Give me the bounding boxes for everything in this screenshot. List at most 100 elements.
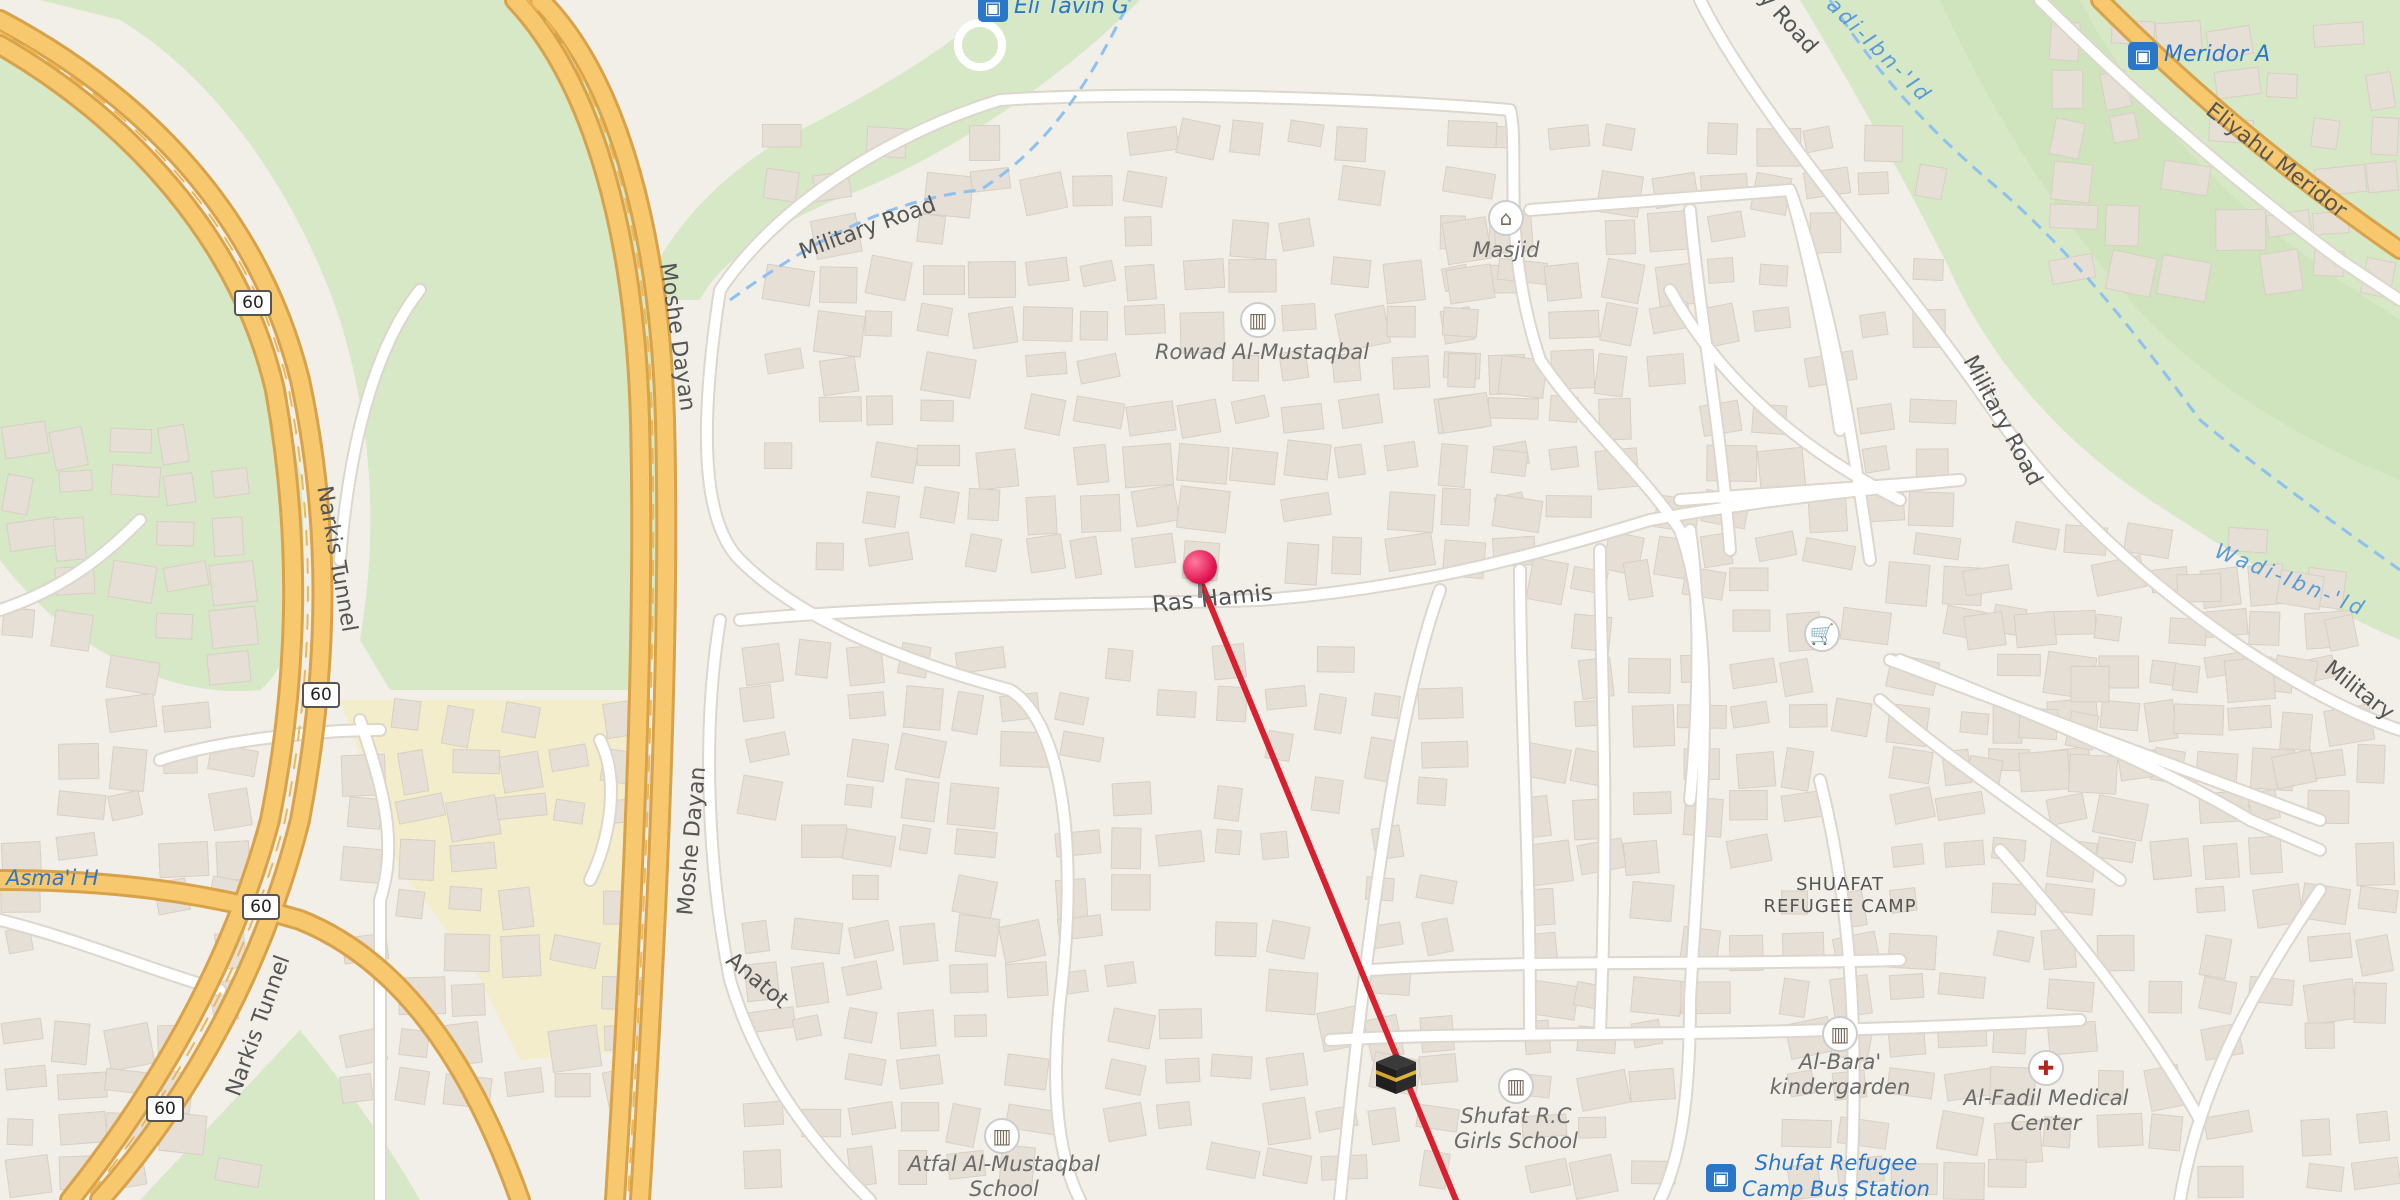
building xyxy=(1440,487,1472,527)
building xyxy=(55,831,98,861)
building xyxy=(1124,215,1153,247)
building xyxy=(945,1102,982,1149)
building xyxy=(1856,402,1896,435)
building xyxy=(902,685,944,731)
building xyxy=(899,922,939,965)
building xyxy=(1122,170,1168,208)
poi-label-eli-tavin[interactable]: Eli Tavin G xyxy=(1014,0,1129,18)
building xyxy=(1262,1147,1313,1185)
poi-label-rowad[interactable]: Rowad Al-Mustaqbal xyxy=(1155,340,1369,365)
building xyxy=(1079,310,1109,341)
building xyxy=(108,746,148,793)
building xyxy=(951,874,999,920)
bus-stop-icon[interactable]: ▣ xyxy=(1706,1164,1736,1192)
school-icon[interactable]: ▥ xyxy=(1240,302,1276,338)
building xyxy=(1182,258,1226,291)
building xyxy=(58,469,94,493)
map-canvas[interactable]: Military Road y Road Military Road Milit… xyxy=(0,0,2400,1200)
building xyxy=(900,1102,940,1132)
building xyxy=(1155,1100,1193,1130)
area-label-camp: SHUAFAT REFUGEE CAMP xyxy=(1763,874,1916,918)
poi-label-bus-station[interactable]: Shufat Refugee Camp Bus Station xyxy=(1742,1150,1930,1200)
building xyxy=(1725,833,1773,869)
poi-label-al-fadil-line2: Center xyxy=(2010,1111,2082,1135)
building xyxy=(841,960,883,997)
building xyxy=(1228,447,1279,486)
building xyxy=(1018,171,1069,217)
mosque-icon[interactable]: ⌂ xyxy=(1488,200,1524,236)
building xyxy=(1229,219,1270,260)
building xyxy=(1963,611,2007,651)
building xyxy=(1781,1118,1833,1149)
building xyxy=(2160,159,2212,197)
building xyxy=(503,1067,545,1098)
building xyxy=(1130,532,1177,569)
building xyxy=(864,310,893,337)
building xyxy=(1054,691,1090,726)
building xyxy=(1104,961,1137,988)
building xyxy=(1265,1052,1309,1091)
building xyxy=(1383,440,1419,472)
building xyxy=(339,1073,374,1104)
bus-stop-icon[interactable]: ▣ xyxy=(2128,42,2158,70)
building xyxy=(1265,968,1319,1016)
building xyxy=(1330,256,1372,289)
building xyxy=(1384,531,1437,572)
building xyxy=(762,167,800,203)
hospital-icon[interactable]: ✚ xyxy=(2028,1050,2064,1086)
building xyxy=(2202,1109,2253,1141)
building xyxy=(1003,1053,1050,1091)
building xyxy=(2197,975,2238,1015)
shop-icon[interactable]: 🛒 xyxy=(1804,616,1840,652)
building xyxy=(2355,933,2395,977)
building xyxy=(57,742,100,780)
poi-label-meridor[interactable]: Meridor A xyxy=(2164,44,2270,66)
building xyxy=(2148,1113,2184,1152)
building xyxy=(1264,684,1308,711)
building xyxy=(1059,730,1105,763)
building xyxy=(2306,932,2353,962)
poi-label-masjid[interactable]: Masjid xyxy=(1473,238,1540,263)
kaaba-icon[interactable] xyxy=(1370,1048,1422,1100)
building xyxy=(800,824,848,858)
building xyxy=(2357,885,2399,914)
building xyxy=(2370,116,2400,157)
building xyxy=(1415,874,1458,905)
poi-label-al-bara[interactable]: Al-Bara' kindergarden xyxy=(1770,1050,1911,1100)
school-icon[interactable]: ▥ xyxy=(1822,1016,1858,1052)
building xyxy=(2051,69,2084,110)
location-pin-icon[interactable] xyxy=(1183,550,1217,584)
building xyxy=(1107,1007,1157,1050)
building xyxy=(1959,711,1990,736)
building xyxy=(210,466,250,499)
building xyxy=(1287,119,1325,148)
poi-label-al-fadil[interactable]: Al-Fadil Medical Center xyxy=(1964,1086,2129,1136)
building xyxy=(56,790,107,821)
building xyxy=(1104,1058,1147,1096)
building xyxy=(2304,1022,2335,1050)
building xyxy=(1732,609,1771,632)
building xyxy=(2247,835,2284,875)
building xyxy=(4,1064,48,1091)
building xyxy=(898,823,932,855)
building xyxy=(967,306,1019,350)
building xyxy=(2104,204,2140,247)
building xyxy=(1729,700,1770,729)
building xyxy=(1260,830,1290,861)
bus-stop-icon[interactable]: ▣ xyxy=(978,0,1008,22)
building xyxy=(1210,1053,1253,1080)
building xyxy=(2355,841,2396,887)
building xyxy=(2093,613,2123,642)
building xyxy=(2309,117,2341,151)
building xyxy=(2227,704,2273,731)
school-icon[interactable]: ▥ xyxy=(984,1118,1020,1154)
poi-label-shufat-school[interactable]: Shufat R.C Girls School xyxy=(1454,1104,1578,1154)
building xyxy=(862,491,900,528)
poi-label-atfal[interactable]: Atfal Al-Mustaqbal School xyxy=(908,1152,1100,1200)
building xyxy=(953,1014,988,1038)
building xyxy=(736,774,784,821)
building xyxy=(1024,393,1067,436)
building xyxy=(794,638,832,679)
building xyxy=(2265,72,2299,99)
school-icon[interactable]: ▥ xyxy=(1498,1068,1534,1104)
